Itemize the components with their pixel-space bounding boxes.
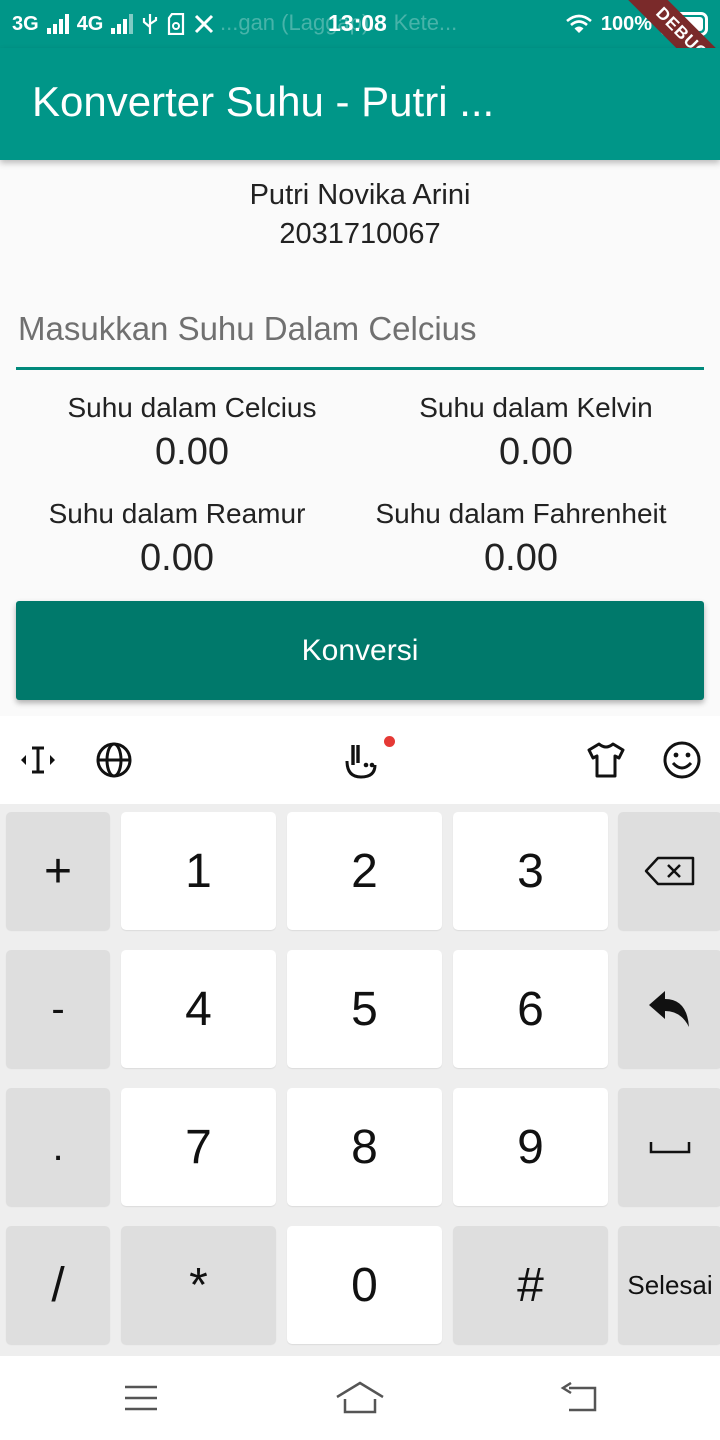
key-6[interactable]: 6 xyxy=(453,950,608,1068)
wifi-icon xyxy=(566,14,592,33)
notification-dot xyxy=(384,736,395,747)
home-icon[interactable] xyxy=(335,1378,385,1418)
emoji-icon[interactable] xyxy=(660,738,704,782)
konversi-button[interactable]: Konversi xyxy=(16,601,704,700)
usb-icon xyxy=(143,14,158,34)
tools-icon xyxy=(195,14,214,34)
key-9[interactable]: 9 xyxy=(453,1088,608,1206)
space-key[interactable] xyxy=(618,1088,720,1206)
result-fahrenheit-label: Suhu dalam Fahrenheit xyxy=(375,498,667,529)
backspace-key[interactable] xyxy=(618,812,720,930)
key-minus[interactable]: - xyxy=(6,950,110,1068)
backspace-icon xyxy=(644,856,695,886)
text-cursor-icon[interactable] xyxy=(16,738,60,782)
result-reamur-label: Suhu dalam Reamur xyxy=(48,498,306,529)
result-fahrenheit: Suhu dalam Fahrenheit 0.00 xyxy=(346,494,696,582)
status-bar: 3G 4G ...gan (Laggap)... Kete... 13:08 1… xyxy=(0,0,720,108)
undo-key[interactable] xyxy=(618,950,720,1068)
student-name: Putri Novika Arini xyxy=(249,179,471,211)
numeric-keyboard: + 1 2 3 - 4 5 6 . 7 8 9 / * 0 # Selesai xyxy=(0,804,720,1356)
back-icon[interactable] xyxy=(554,1378,604,1418)
done-key[interactable]: Selesai xyxy=(618,1226,720,1344)
key-7[interactable]: 7 xyxy=(121,1088,276,1206)
clock: 13:08 xyxy=(328,10,387,36)
globe-icon[interactable] xyxy=(92,738,136,782)
result-celcius: Suhu dalam Celcius 0.00 xyxy=(12,388,372,476)
key-1[interactable]: 1 xyxy=(121,812,276,930)
student-id: 2031710067 xyxy=(279,218,441,250)
result-kelvin: Suhu dalam Kelvin 0.00 xyxy=(356,388,716,476)
undo-arrow-icon xyxy=(649,991,689,1027)
key-3[interactable]: 3 xyxy=(453,812,608,930)
app-title: Konverter Suhu - Putri ... xyxy=(32,78,495,125)
status-left: 3G 4G xyxy=(12,0,215,48)
result-reamur: Suhu dalam Reamur 0.00 xyxy=(0,494,354,582)
network-4g-label: 4G xyxy=(76,12,104,35)
result-kelvin-value: 0.00 xyxy=(499,431,573,473)
key-star[interactable]: * xyxy=(121,1226,276,1344)
key-hash[interactable]: # xyxy=(453,1226,608,1344)
sd-card-icon xyxy=(168,13,185,35)
theme-shirt-icon[interactable] xyxy=(584,738,628,782)
key-2[interactable]: 2 xyxy=(287,812,442,930)
key-8[interactable]: 8 xyxy=(287,1088,442,1206)
identity-block: Putri Novika Arini 2031710067 xyxy=(0,176,720,254)
space-icon xyxy=(649,1142,691,1154)
app-bar: Konverter Suhu - Putri ... xyxy=(0,48,720,160)
keyboard-toolbar xyxy=(0,716,720,804)
key-plus[interactable]: + xyxy=(6,812,110,930)
celsius-input[interactable] xyxy=(16,290,704,370)
key-dot[interactable]: . xyxy=(6,1088,110,1206)
result-reamur-value: 0.00 xyxy=(140,537,214,579)
key-4[interactable]: 4 xyxy=(121,950,276,1068)
menu-icon[interactable] xyxy=(116,1378,166,1418)
navigation-bar xyxy=(0,1356,720,1440)
key-0[interactable]: 0 xyxy=(287,1226,442,1344)
result-fahrenheit-value: 0.00 xyxy=(484,537,558,579)
network-3g-label: 3G xyxy=(12,12,39,35)
gesture-hand-icon[interactable] xyxy=(338,738,382,782)
signal-icon-2 xyxy=(111,14,134,34)
key-5[interactable]: 5 xyxy=(287,950,442,1068)
result-kelvin-label: Suhu dalam Kelvin xyxy=(419,392,653,423)
key-slash[interactable]: / xyxy=(6,1226,110,1344)
signal-icon xyxy=(46,14,69,34)
result-celcius-value: 0.00 xyxy=(155,431,229,473)
result-celcius-label: Suhu dalam Celcius xyxy=(67,392,317,423)
